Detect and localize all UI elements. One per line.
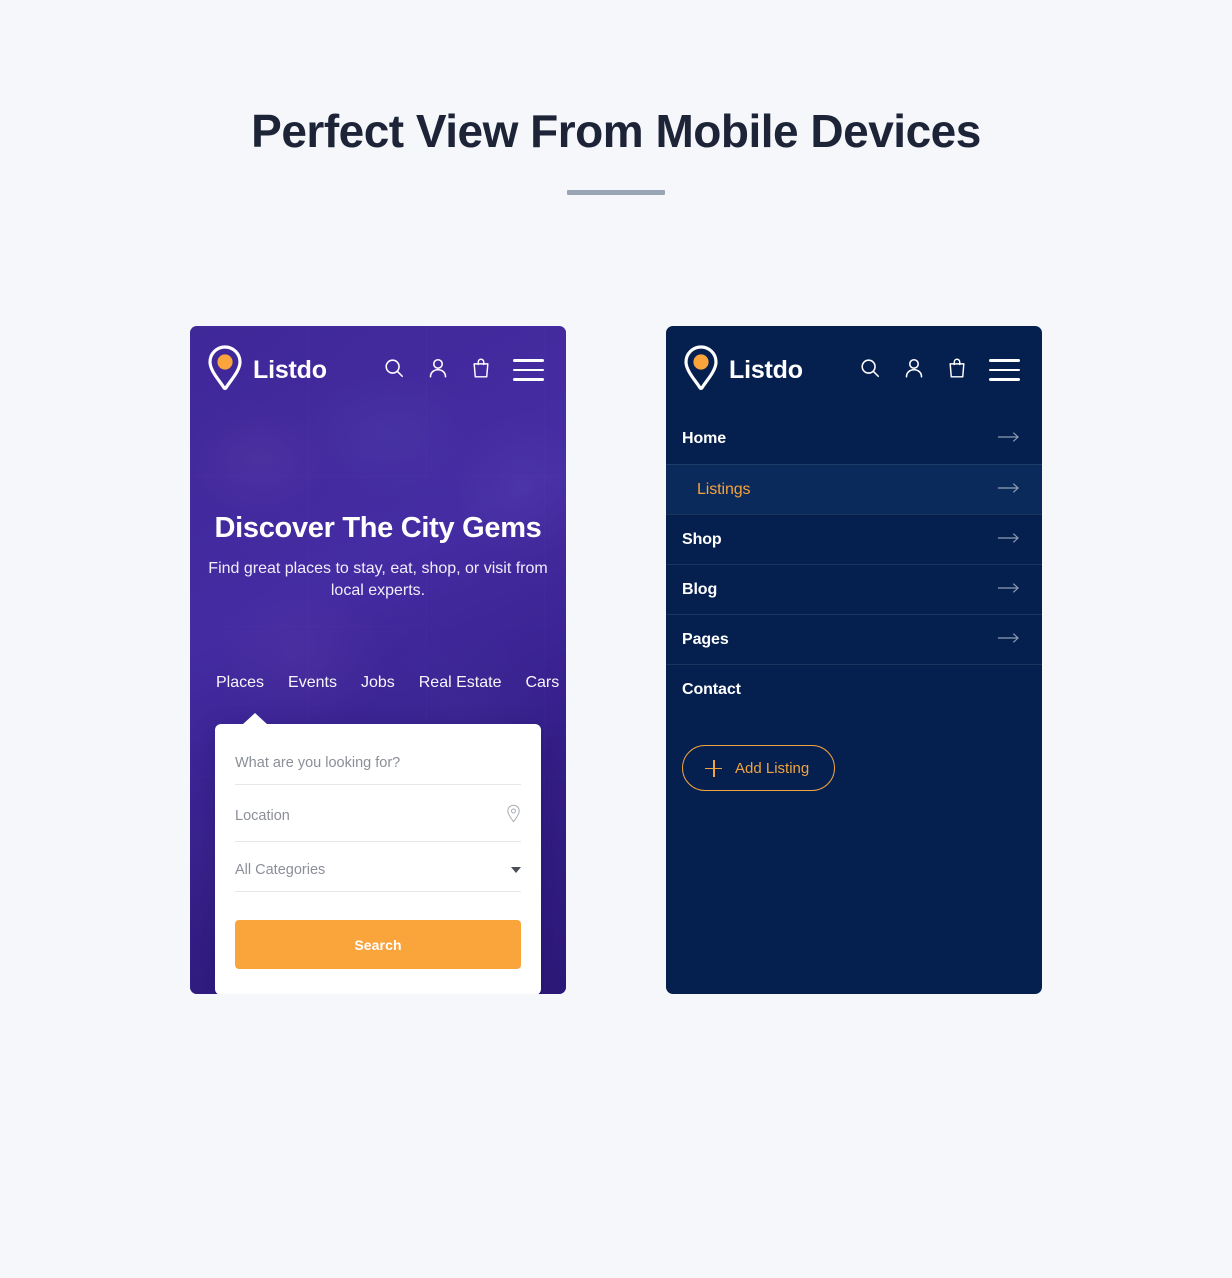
- shopping-bag-icon[interactable]: [947, 357, 967, 384]
- plus-icon: [705, 759, 722, 777]
- search-button[interactable]: Search: [235, 920, 521, 969]
- page-title: Perfect View From Mobile Devices: [251, 105, 981, 157]
- tab-events[interactable]: Events: [288, 674, 337, 692]
- brand-name-right: Listdo: [729, 355, 803, 384]
- menu-item-blog[interactable]: Blog: [666, 564, 1042, 614]
- arrow-right-icon[interactable]: [997, 430, 1020, 448]
- shopping-bag-icon[interactable]: [471, 357, 491, 384]
- arrow-right-icon[interactable]: [997, 631, 1020, 649]
- search-icon[interactable]: [383, 357, 405, 384]
- tab-jobs[interactable]: Jobs: [361, 674, 395, 692]
- search-icon[interactable]: [859, 357, 881, 384]
- brand-logo-right[interactable]: Listdo: [682, 344, 803, 397]
- hamburger-menu-icon[interactable]: [989, 359, 1020, 381]
- tab-real-estate[interactable]: Real Estate: [419, 674, 502, 692]
- hero-title: Discover The City Gems: [214, 512, 542, 544]
- location-input-placeholder: Location: [235, 808, 290, 824]
- phone-mockup-home: Listdo Discover The City Gems Find great…: [190, 326, 566, 994]
- brand-logo-left[interactable]: Listdo: [206, 344, 327, 397]
- mobile-header-left: Listdo: [190, 326, 566, 414]
- menu-item-pages[interactable]: Pages: [666, 614, 1042, 664]
- brand-name-left: Listdo: [253, 355, 327, 384]
- tab-cars[interactable]: Cars: [525, 674, 559, 692]
- menu-item-label: Blog: [682, 580, 718, 598]
- title-divider: [567, 190, 665, 196]
- section-header: Perfect View From Mobile Devices: [0, 104, 1232, 196]
- arrow-right-icon[interactable]: [997, 481, 1020, 499]
- search-card: What are you looking for? Location All C…: [215, 713, 541, 994]
- location-pin-icon[interactable]: [506, 804, 521, 828]
- map-pin-icon: [206, 344, 244, 397]
- menu-item-label: Shop: [682, 530, 722, 548]
- menu-item-shop[interactable]: Shop: [666, 514, 1042, 564]
- chevron-down-icon[interactable]: [511, 867, 521, 873]
- mobile-nav-menu: Home Listings Shop Blog Pages Contact: [666, 414, 1042, 714]
- add-listing-wrapper: Add Listing: [682, 745, 836, 791]
- keyword-field[interactable]: What are you looking for?: [235, 746, 521, 785]
- user-icon[interactable]: [427, 357, 449, 384]
- menu-item-label: Pages: [682, 630, 729, 648]
- page-root: Perfect View From Mobile Devices Listdo: [0, 0, 1232, 1278]
- map-pin-icon: [682, 344, 720, 397]
- category-tabs: Places Events Jobs Real Estate Cars: [190, 674, 566, 692]
- card-pointer: [242, 713, 268, 725]
- arrow-right-icon[interactable]: [997, 581, 1020, 599]
- menu-item-contact[interactable]: Contact: [666, 664, 1042, 714]
- menu-item-label: Listings: [697, 480, 751, 498]
- menu-item-label: Contact: [682, 680, 741, 698]
- category-selected-value: All Categories: [235, 862, 326, 878]
- mobile-header-right: Listdo: [666, 326, 1042, 414]
- add-listing-button[interactable]: Add Listing: [682, 745, 836, 791]
- category-select[interactable]: All Categories: [235, 853, 521, 892]
- tab-places[interactable]: Places: [216, 674, 264, 692]
- menu-item-home[interactable]: Home: [666, 414, 1042, 464]
- menu-item-listings[interactable]: Listings: [666, 464, 1042, 514]
- keyword-input-placeholder: What are you looking for?: [235, 755, 401, 771]
- location-field[interactable]: Location: [235, 795, 521, 842]
- header-actions-left: [383, 357, 544, 384]
- menu-item-label: Home: [682, 430, 727, 447]
- hero-subtitle: Find great places to stay, eat, shop, or…: [208, 560, 548, 600]
- phone-mockup-menu: Listdo Home Listings Shop Blog Pages Con…: [666, 326, 1042, 994]
- add-listing-label: Add Listing: [735, 759, 810, 777]
- hamburger-menu-icon[interactable]: [513, 359, 544, 381]
- user-icon[interactable]: [903, 357, 925, 384]
- hero-copy-left: Discover The City Gems Find great places…: [190, 512, 566, 602]
- header-actions-right: [859, 357, 1020, 384]
- arrow-right-icon[interactable]: [997, 531, 1020, 549]
